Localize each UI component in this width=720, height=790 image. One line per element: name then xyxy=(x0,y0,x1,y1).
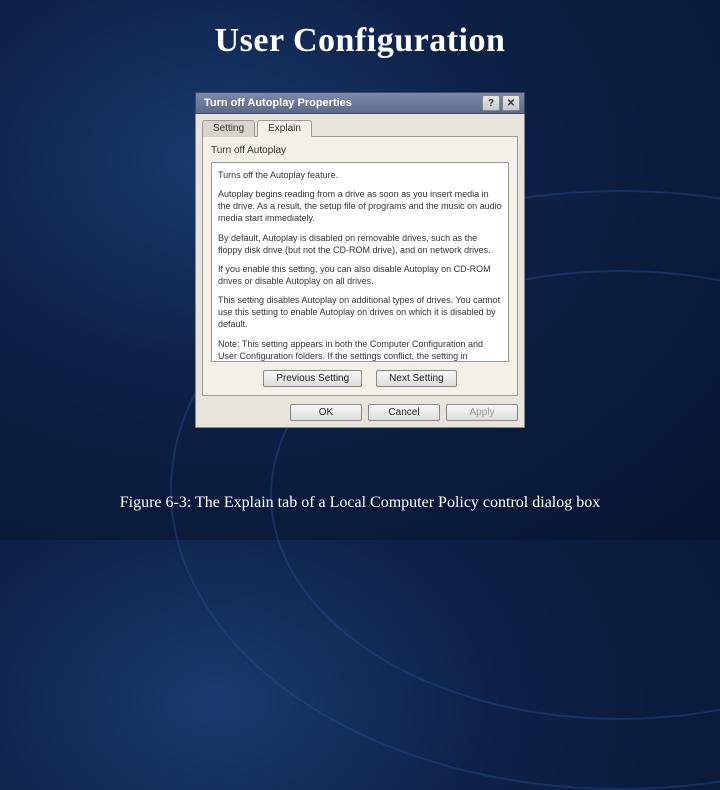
properties-dialog: Turn off Autoplay Properties ? ✕ Setting… xyxy=(195,92,525,428)
slide-title: User Configuration xyxy=(0,0,720,60)
explain-p2: Autoplay begins reading from a drive as … xyxy=(218,188,502,224)
dialog-body: Setting Explain Turn off Autoplay Turns … xyxy=(195,114,525,428)
ok-button[interactable]: OK xyxy=(290,404,362,421)
tab-explain[interactable]: Explain xyxy=(257,120,312,137)
dialog-titlebar: Turn off Autoplay Properties ? ✕ xyxy=(195,92,525,114)
dialog-title: Turn off Autoplay Properties xyxy=(204,97,482,109)
help-button[interactable]: ? xyxy=(482,95,500,111)
close-icon: ✕ xyxy=(507,98,515,109)
previous-setting-button[interactable]: Previous Setting xyxy=(263,370,362,387)
explain-p1: Turns off the Autoplay feature. xyxy=(218,169,502,181)
tab-setting[interactable]: Setting xyxy=(202,120,255,137)
explain-p4: If you enable this setting, you can also… xyxy=(218,263,502,287)
policy-name: Turn off Autoplay xyxy=(211,145,509,156)
help-icon: ? xyxy=(488,98,494,109)
next-setting-button[interactable]: Next Setting xyxy=(376,370,456,387)
explain-p5: This setting disables Autoplay on additi… xyxy=(218,294,502,330)
cancel-button[interactable]: Cancel xyxy=(368,404,440,421)
explain-textbox: Turns off the Autoplay feature. Autoplay… xyxy=(211,162,509,362)
close-button[interactable]: ✕ xyxy=(502,95,520,111)
explain-p6: Note: This setting appears in both the C… xyxy=(218,338,502,362)
explain-p3: By default, Autoplay is disabled on remo… xyxy=(218,232,502,256)
figure-caption: Figure 6-3: The Explain tab of a Local C… xyxy=(0,494,720,512)
tab-content-explain: Turn off Autoplay Turns off the Autoplay… xyxy=(202,136,518,396)
apply-button[interactable]: Apply xyxy=(446,404,518,421)
